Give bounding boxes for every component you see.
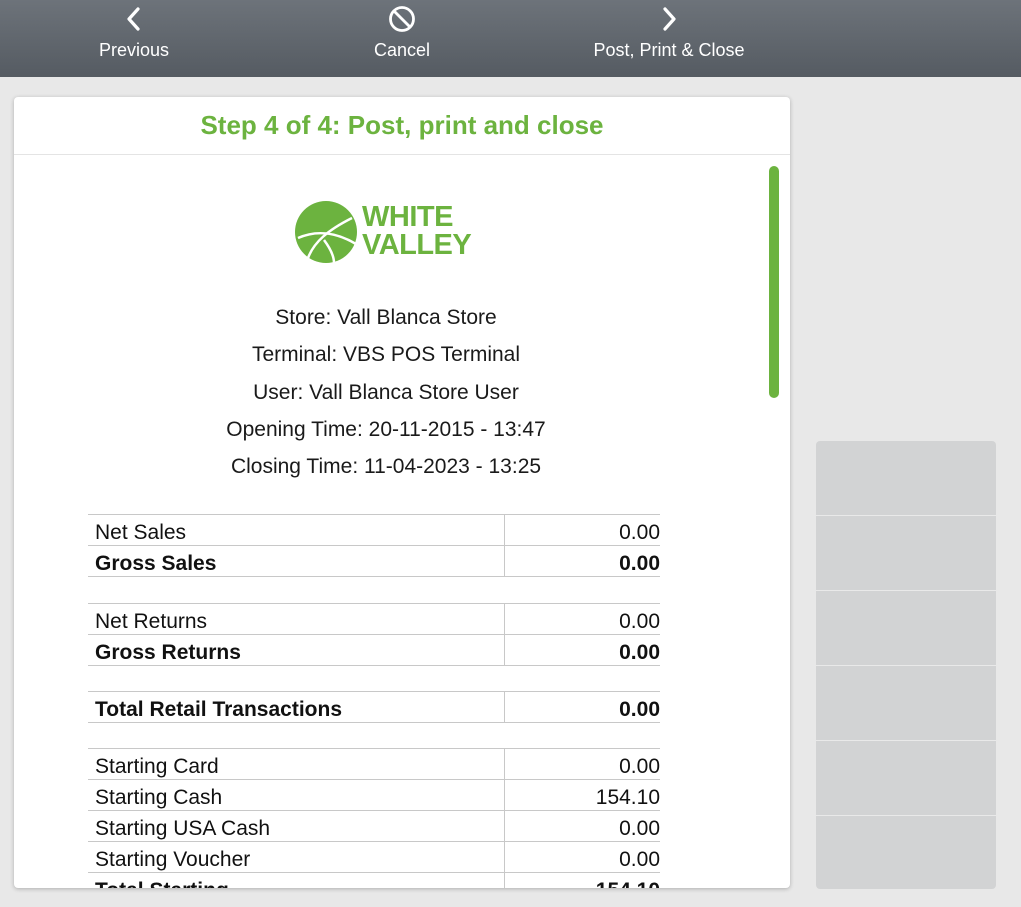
top-toolbar: Previous Cancel Post, Print & Close [0,0,1021,77]
row-value: 154.10 [504,872,660,888]
post-print-close-label: Post, Print & Close [593,40,745,60]
transactions-table: Total Retail Transactions 0.00 [88,691,660,723]
table-row: Starting USA Cash 0.00 [88,810,660,842]
terminal-line: Terminal: VBS POS Terminal [251,343,521,366]
starting-table: Starting Card 0.00 Starting Cash 154.10 … [88,748,660,888]
logo-ball-icon [295,201,357,264]
white-valley-logo: WHITE VALLEY [294,199,484,265]
row-value: 0.00 [504,748,660,780]
returns-table: Net Returns 0.00 Gross Returns 0.00 [88,603,660,666]
table-row: Net Sales 0.00 [88,514,660,546]
closing-time-line: Closing Time: 11-04-2023 - 13:25 [230,455,542,478]
side-button[interactable] [816,666,996,741]
opening-time-line: Opening Time: 20-11-2015 - 13:47 [226,418,546,441]
table-row: Gross Sales 0.00 [88,545,660,577]
row-value: 0.00 [504,691,660,723]
logo-text-line2: VALLEY [362,229,472,261]
table-row: Total Retail Transactions 0.00 [88,691,660,723]
row-value: 0.00 [504,603,660,635]
row-label: Starting Cash [88,779,505,811]
side-button-column [816,441,996,889]
user-line: User: Vall Blanca Store User [253,381,519,404]
scrollbar-thumb[interactable] [769,166,779,398]
chevron-left-icon [127,7,140,31]
side-button[interactable] [816,516,996,591]
row-value: 0.00 [504,841,660,873]
table-row: Starting Voucher 0.00 [88,841,660,873]
post-print-close-button[interactable]: Post, Print & Close [569,0,769,77]
row-value: 0.00 [504,514,660,546]
cancel-button[interactable]: Cancel [342,0,462,77]
row-label: Gross Returns [88,634,505,666]
store-line: Store: Vall Blanca Store [275,306,497,329]
step-title: Step 4 of 4: Post, print and close [14,97,790,155]
table-row: Gross Returns 0.00 [88,634,660,666]
side-button[interactable] [816,741,996,816]
side-button[interactable] [816,816,996,890]
table-row: Net Returns 0.00 [88,603,660,635]
row-label: Starting Card [88,748,505,780]
side-button[interactable] [816,441,996,516]
row-label: Net Returns [88,603,505,635]
table-row: Total Starting 154.10 [88,872,660,888]
cancel-label: Cancel [373,40,431,60]
row-label: Gross Sales [88,545,505,577]
table-row: Starting Cash 154.10 [88,779,660,811]
ban-icon [389,6,415,32]
row-value: 0.00 [504,810,660,842]
cash-up-report-panel: Step 4 of 4: Post, print and close WHITE… [14,97,790,888]
logo-text-line1: WHITE [362,201,453,233]
row-value: 154.10 [504,779,660,811]
row-label: Total Starting [88,872,505,888]
row-label: Net Sales [88,514,505,546]
previous-button[interactable]: Previous [74,0,194,77]
row-value: 0.00 [504,634,660,666]
row-label: Starting USA Cash [88,810,505,842]
table-row: Starting Card 0.00 [88,748,660,780]
row-value: 0.00 [504,545,660,577]
chevron-right-icon [663,7,676,31]
side-button[interactable] [816,591,996,666]
row-label: Starting Voucher [88,841,505,873]
sales-table: Net Sales 0.00 Gross Sales 0.00 [88,514,660,577]
previous-label: Previous [98,40,170,60]
row-label: Total Retail Transactions [88,691,505,723]
